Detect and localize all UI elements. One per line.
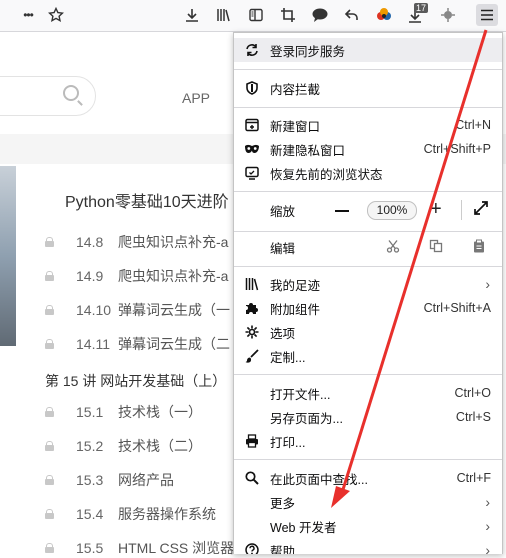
private-mask-icon	[244, 141, 260, 157]
lock-icon	[45, 339, 54, 349]
menu-item-edit: 编辑	[270, 241, 296, 256]
chevron-right-icon: ›	[485, 276, 490, 292]
lock-icon	[45, 237, 54, 247]
lock-icon	[45, 271, 54, 281]
star-icon[interactable]	[45, 4, 67, 26]
new-window-icon	[244, 117, 260, 133]
lesson-item[interactable]: 15.3 网络产品	[45, 470, 174, 490]
chevron-right-icon: ›	[485, 494, 490, 510]
printer-icon	[244, 433, 260, 449]
puzzle-icon	[244, 300, 260, 316]
gear-icon	[244, 324, 260, 340]
paste-icon[interactable]	[472, 239, 486, 256]
lock-icon	[45, 441, 54, 451]
menu-separator	[234, 459, 502, 460]
hamburger-menu-icon[interactable]	[476, 4, 498, 26]
lesson-item[interactable]: 14.10 弹幕词云生成（一	[45, 300, 230, 320]
more-icon[interactable]: •••	[17, 4, 39, 26]
menu-item-print[interactable]: 打印...	[234, 429, 502, 453]
sync-icon	[244, 42, 260, 58]
lesson-item[interactable]: 14.11 弹幕词云生成（二	[45, 334, 230, 354]
library-icon[interactable]	[213, 4, 235, 26]
chat-icon[interactable]	[309, 4, 331, 26]
menu-item-addons[interactable]: 附加组件 Ctrl+Shift+A	[234, 296, 502, 320]
zoom-out-button[interactable]	[335, 210, 349, 212]
menu-item-content-blocking[interactable]: 内容拦截	[234, 76, 502, 100]
menu-item-customize[interactable]: 定制...	[234, 344, 502, 368]
zoom-reset-button[interactable]: 100%	[367, 201, 417, 220]
chevron-right-icon: ›	[485, 542, 490, 554]
cut-icon[interactable]	[386, 239, 400, 256]
menu-item-save-page[interactable]: 另存页面为... Ctrl+S	[234, 405, 502, 429]
lesson-item[interactable]: 15.1 技术栈（一）	[45, 402, 202, 422]
paintbrush-icon	[244, 348, 260, 364]
menu-separator	[234, 266, 502, 267]
lock-icon	[45, 543, 54, 553]
back-icon[interactable]	[341, 4, 363, 26]
download-icon[interactable]	[181, 4, 203, 26]
lesson-item[interactable]: 14.8 爬虫知识点补充-a	[45, 232, 228, 252]
search-box[interactable]	[0, 76, 96, 116]
help-icon	[244, 542, 260, 554]
colorful-icon[interactable]	[373, 4, 395, 26]
menu-item-new-private-window[interactable]: 新建隐私窗口 Ctrl+Shift+P	[234, 137, 502, 161]
chapter-heading: 第 15 讲 网站开发基础（上）	[45, 373, 227, 389]
library-icon	[244, 276, 260, 292]
menu-item-new-window[interactable]: 新建窗口 Ctrl+N	[234, 113, 502, 137]
restore-session-icon	[244, 165, 260, 181]
menu-separator	[234, 231, 502, 232]
menu-item-options[interactable]: 选项	[234, 320, 502, 344]
menu-separator	[234, 107, 502, 108]
course-title: Python零基础10天进阶	[65, 194, 229, 211]
menu-separator	[234, 374, 502, 375]
lock-icon	[45, 305, 54, 315]
menu-item-open-file[interactable]: 打开文件... Ctrl+O	[234, 381, 502, 405]
menu-item-find-in-page[interactable]: 在此页面中查找... Ctrl+F	[234, 466, 502, 490]
menu-item-more[interactable]: 更多 ›	[234, 490, 502, 514]
menu-separator	[234, 69, 502, 70]
download-count-badge: 17	[414, 3, 429, 13]
extension-icon[interactable]	[437, 4, 459, 26]
browser-toolbar: ••• 17	[0, 0, 506, 32]
chevron-right-icon: ›	[485, 518, 490, 534]
shield-icon	[244, 80, 260, 96]
app-nav-link[interactable]: APP	[182, 90, 210, 106]
menu-item-restore-session[interactable]: 恢复先前的浏览状态	[234, 161, 502, 185]
lock-icon	[45, 475, 54, 485]
lesson-item[interactable]: 15.2 技术栈（二）	[45, 436, 202, 456]
menu-item-sync[interactable]: 登录同步服务	[234, 38, 502, 62]
lesson-item[interactable]: 15.4 服务器操作系统	[45, 504, 216, 524]
copy-icon[interactable]	[429, 239, 443, 256]
menu-item-web-developer[interactable]: Web 开发者 ›	[234, 514, 502, 538]
fullscreen-icon[interactable]	[473, 200, 489, 219]
zoom-divider	[461, 200, 462, 220]
screenshot-icon[interactable]	[277, 4, 299, 26]
search-icon[interactable]	[63, 85, 79, 101]
lesson-item[interactable]: 14.9 爬虫知识点补充-a	[45, 266, 228, 286]
menu-item-help[interactable]: 帮助 ›	[234, 538, 502, 554]
lock-icon	[45, 509, 54, 519]
lock-icon	[45, 407, 54, 417]
search-icon	[244, 470, 260, 486]
zoom-in-button[interactable]: +	[430, 199, 442, 219]
app-menu-panel: 登录同步服务 内容拦截 新建窗口 Ctrl+N 新建隐私窗口 Ctrl+Shif…	[233, 32, 503, 554]
course-cover-image	[0, 166, 16, 346]
menu-item-library[interactable]: 我的足迹 ›	[234, 272, 502, 296]
menu-separator	[234, 191, 502, 192]
sidebar-icon[interactable]	[245, 4, 267, 26]
downloads-badge-icon[interactable]: 17	[404, 3, 429, 26]
lesson-item[interactable]: 15.5 HTML CSS 浏览器	[45, 538, 234, 558]
